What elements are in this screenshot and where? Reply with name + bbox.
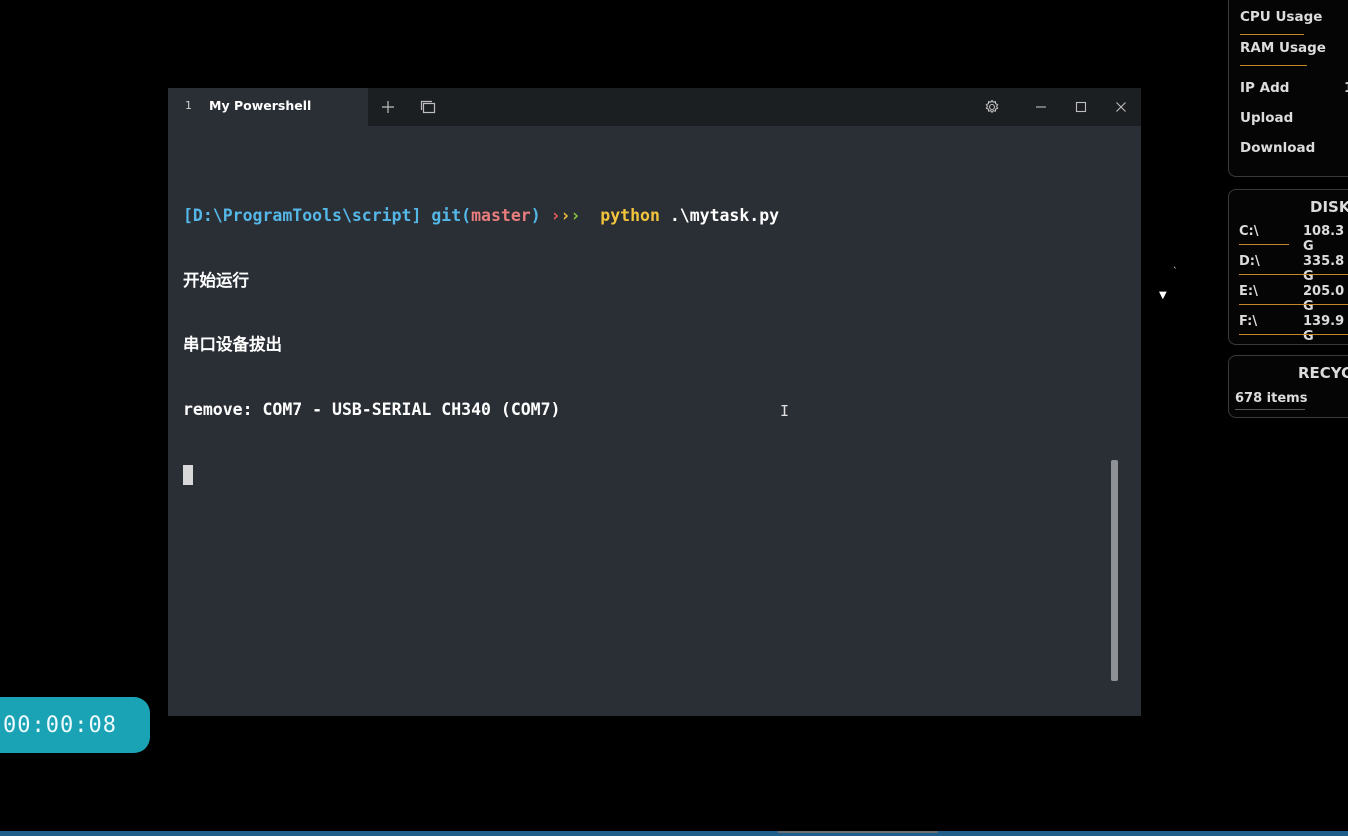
download-label: Download bbox=[1240, 140, 1316, 156]
command-args: .\mytask.py bbox=[669, 206, 780, 225]
text-cursor bbox=[183, 464, 193, 485]
command-name: python bbox=[600, 206, 660, 225]
disk-usage-bar bbox=[1239, 334, 1348, 335]
disk-usage-bar bbox=[1239, 304, 1348, 305]
prompt-branch: master bbox=[471, 206, 531, 225]
output-line: 串口设备拔出 bbox=[183, 335, 282, 354]
tab-index: 1 bbox=[185, 99, 192, 112]
ram-usage-label: RAM Usage bbox=[1240, 40, 1326, 56]
taskbar-edge bbox=[0, 831, 1348, 836]
new-tab-button[interactable] bbox=[368, 88, 408, 126]
tab-switch-icon bbox=[420, 100, 436, 114]
upload-label: Upload bbox=[1240, 110, 1294, 126]
taskbar-highlight bbox=[778, 831, 938, 833]
disk-name: C:\ bbox=[1239, 224, 1259, 239]
recycle-bin-panel[interactable]: RECYC 678 items bbox=[1228, 355, 1348, 418]
prompt-git: git( bbox=[431, 206, 472, 225]
output-line: 开始运行 bbox=[183, 270, 249, 290]
scrollbar-thumb[interactable] bbox=[1111, 460, 1118, 681]
disks-panel: DISKS C:\ 108.3 G D:\ 335.8 G E:\ 205.0 … bbox=[1228, 189, 1348, 345]
settings-button[interactable] bbox=[972, 88, 1012, 126]
tab-title: My Powershell bbox=[209, 98, 312, 113]
cpu-usage-label: CPU Usage bbox=[1240, 9, 1323, 25]
stray-mark-icon: ` bbox=[1173, 267, 1178, 277]
recycle-title: RECYC bbox=[1298, 364, 1348, 382]
maximize-button[interactable] bbox=[1061, 88, 1101, 126]
recycle-items-count: 678 items bbox=[1235, 391, 1308, 406]
prompt-arrows-icon: ››› bbox=[550, 206, 581, 225]
tab-dropdown-button[interactable] bbox=[408, 88, 448, 126]
disk-name: F:\ bbox=[1239, 314, 1258, 329]
disk-size: 139.9 G bbox=[1303, 314, 1345, 344]
terminal-output[interactable]: [D:\ProgramTools\script] git(master) ›››… bbox=[183, 162, 1111, 528]
network-panel: CPU Usage RAM Usage IP Add 1 Upload Down… bbox=[1228, 0, 1348, 177]
prompt-line: [D:\ProgramTools\script] git(master) ›››… bbox=[183, 205, 1111, 227]
disk-usage-bar bbox=[1239, 244, 1289, 245]
maximize-icon bbox=[1075, 101, 1087, 113]
input-line[interactable] bbox=[183, 463, 1111, 485]
gear-icon bbox=[985, 99, 999, 114]
disk-name: D:\ bbox=[1239, 254, 1260, 269]
output-line: remove: COM7 - USB-SERIAL CH340 (COM7) bbox=[183, 399, 561, 419]
close-button[interactable] bbox=[1101, 88, 1141, 126]
disk-size: 335.8 G bbox=[1303, 254, 1345, 284]
minimize-button[interactable] bbox=[1021, 88, 1061, 126]
mouse-pointer-icon: ▼ bbox=[1159, 290, 1167, 301]
prompt-path: [D:\ProgramTools\script] bbox=[183, 206, 422, 225]
timer-pill[interactable]: 00:00:08 bbox=[0, 697, 150, 753]
recycle-bar bbox=[1235, 409, 1305, 410]
cpu-usage-bar bbox=[1240, 34, 1304, 35]
terminal-window[interactable]: 1 My Powershell [D:\ProgramTools\script]… bbox=[168, 88, 1141, 716]
close-icon bbox=[1116, 102, 1126, 112]
minimize-icon bbox=[1036, 106, 1046, 108]
disk-size: 108.3 G bbox=[1303, 224, 1345, 254]
disk-usage-bar bbox=[1239, 274, 1348, 275]
title-bar[interactable]: 1 My Powershell bbox=[168, 88, 1141, 126]
disks-title: DISKS bbox=[1310, 198, 1348, 216]
ibeam-cursor-icon: I bbox=[780, 402, 790, 420]
ip-address-value: 1 bbox=[1344, 80, 1348, 96]
prompt-git-close: ) bbox=[530, 206, 541, 225]
disk-name: E:\ bbox=[1239, 284, 1258, 299]
ip-address-label: IP Add bbox=[1240, 80, 1290, 96]
ram-usage-bar bbox=[1240, 65, 1307, 66]
timer-value: 00:00:08 bbox=[3, 712, 117, 738]
tab-my-powershell[interactable]: 1 My Powershell bbox=[168, 88, 368, 126]
plus-icon bbox=[382, 101, 394, 113]
disk-size: 205.0 G bbox=[1303, 284, 1345, 314]
